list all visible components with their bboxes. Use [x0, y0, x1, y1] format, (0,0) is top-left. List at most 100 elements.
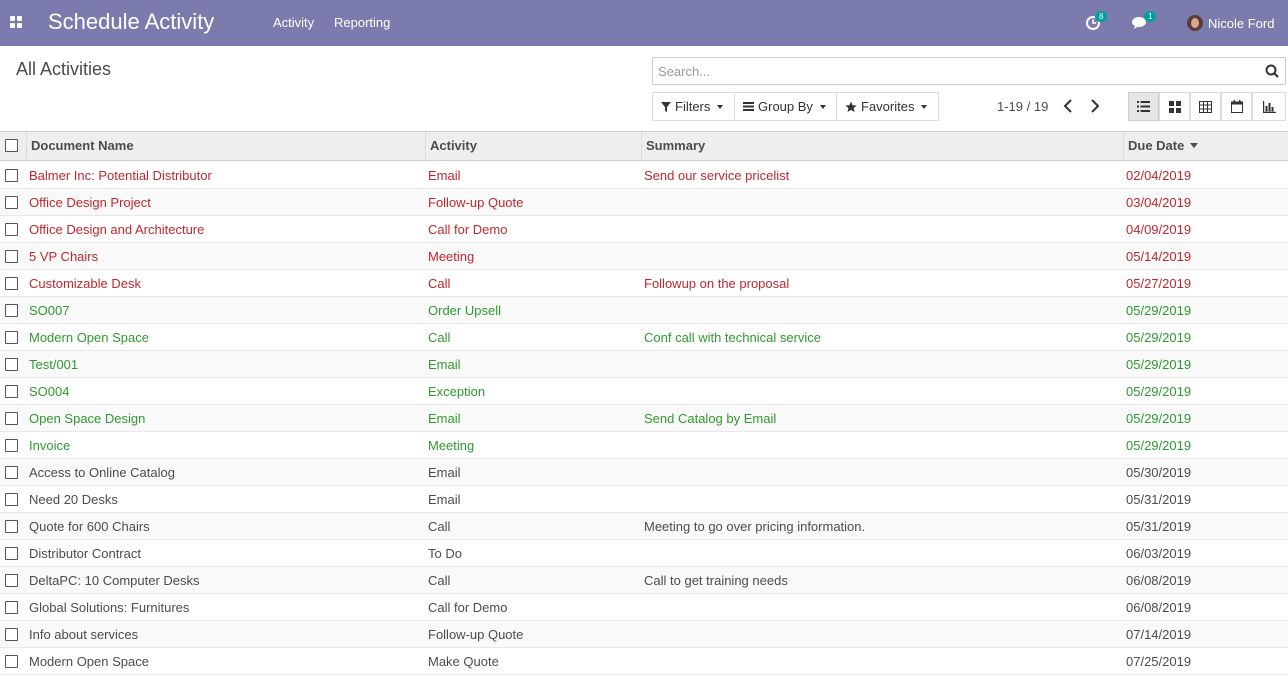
row-checkbox[interactable]	[5, 574, 18, 587]
table-row[interactable]: Customizable Desk Call Followup on the pro…	[0, 270, 1288, 297]
list-icon	[1137, 101, 1150, 112]
table-row[interactable]: Modern Open Space Call Conf call with tech…	[0, 324, 1288, 351]
document-name-cell: 5 VP Chairs	[29, 249, 99, 264]
table-row[interactable]: Test/001 Email 05/29/2019	[0, 351, 1288, 378]
activity-type-cell: Call for Demo	[428, 222, 508, 237]
row-checkbox[interactable]	[5, 466, 18, 479]
due-date-cell: 05/30/2019	[1126, 465, 1192, 480]
table-row[interactable]: Need 20 Desks Email 05/31/2019	[0, 486, 1288, 513]
table-row[interactable]: SO007 Order Upsell 05/29/2019	[0, 297, 1288, 324]
document-name-cell: Modern Open Space	[29, 330, 149, 345]
document-name-cell: Office Design Project	[29, 195, 151, 210]
clock-icon: 8	[1086, 11, 1108, 30]
row-checkbox[interactable]	[5, 601, 18, 614]
pager-value[interactable]: 1-19 / 19	[997, 99, 1048, 114]
table-row[interactable]: Office Design and Architecture Call for D…	[0, 216, 1288, 243]
table-row[interactable]: Balmer Inc: Potential Distributor Email Se…	[0, 162, 1288, 189]
table-row[interactable]: Info about services Follow-up Quote 07/14/…	[0, 621, 1288, 648]
table-row[interactable]: SO004 Exception 05/29/2019	[0, 378, 1288, 405]
calendar-view-button[interactable]	[1221, 92, 1252, 121]
chevron-right-icon[interactable]	[1087, 97, 1103, 115]
due-date-cell: 05/29/2019	[1126, 384, 1192, 399]
activity-count-badge: 8	[1095, 11, 1108, 22]
apps-menu-icon[interactable]	[10, 16, 23, 29]
due-date-cell: 05/29/2019	[1126, 303, 1192, 318]
document-name-cell: Global Solutions: Furnitures	[29, 600, 190, 615]
summary-cell: Send our service pricelist	[644, 168, 790, 183]
user-menu[interactable]: Nicole Ford	[1187, 0, 1274, 46]
menu-activity[interactable]: Activity	[273, 15, 314, 30]
filters-button[interactable]: Filters	[652, 92, 735, 121]
column-document-name[interactable]: Document Name	[26, 132, 425, 160]
table-row[interactable]: Access to Online Catalog Email 05/30/2019	[0, 459, 1288, 486]
messaging-systray[interactable]: 1	[1132, 0, 1157, 46]
favorites-button[interactable]: Favorites	[836, 92, 939, 121]
table-row[interactable]: Invoice Meeting 05/29/2019	[0, 432, 1288, 459]
column-summary[interactable]: Summary	[641, 132, 1123, 160]
activity-type-cell: Follow-up Quote	[428, 627, 524, 642]
due-date-cell: 06/08/2019	[1126, 600, 1192, 615]
activity-type-cell: Email	[428, 492, 461, 507]
caret-down-icon	[819, 104, 826, 109]
table-row[interactable]: Distributor Contract To Do 06/03/2019	[0, 540, 1288, 567]
table-icon	[1199, 100, 1212, 113]
row-checkbox[interactable]	[5, 223, 18, 236]
top-navbar: Schedule Activity Activity Reporting 8 1…	[0, 0, 1288, 46]
table-row[interactable]: Open Space Design Email Send Catalog by Em…	[0, 405, 1288, 432]
menu-reporting[interactable]: Reporting	[334, 15, 390, 30]
due-date-cell: 05/27/2019	[1126, 276, 1192, 291]
sort-desc-icon	[1190, 143, 1199, 148]
list-view-button[interactable]	[1128, 92, 1159, 121]
pivot-view-button[interactable]	[1190, 92, 1221, 121]
row-checkbox[interactable]	[5, 628, 18, 641]
bars-icon	[743, 102, 754, 111]
row-checkbox[interactable]	[5, 547, 18, 560]
table-row[interactable]: DeltaPC: 10 Computer Desks Call Call to ge…	[0, 567, 1288, 594]
search-icon[interactable]	[1265, 64, 1279, 78]
table-row[interactable]: Quote for 600 Chairs Call Meeting to go ov…	[0, 513, 1288, 540]
table-row[interactable]: 5 VP Chairs Meeting 05/14/2019	[0, 243, 1288, 270]
row-checkbox[interactable]	[5, 412, 18, 425]
activity-systray[interactable]: 8	[1086, 0, 1108, 46]
document-name-cell: Office Design and Architecture	[29, 222, 205, 237]
filters-label: Filters	[675, 99, 711, 114]
row-checkbox[interactable]	[5, 196, 18, 209]
row-checkbox[interactable]	[5, 169, 18, 182]
row-checkbox[interactable]	[5, 331, 18, 344]
activity-type-cell: Make Quote	[428, 654, 499, 669]
summary-cell: Call to get training needs	[644, 573, 788, 588]
table-row[interactable]: Global Solutions: Furnitures Call for Dem…	[0, 594, 1288, 621]
row-checkbox[interactable]	[5, 655, 18, 668]
column-due-date[interactable]: Due Date	[1123, 132, 1288, 160]
select-all-checkbox[interactable]	[5, 139, 18, 152]
app-title: Schedule Activity	[48, 9, 215, 34]
activity-type-cell: Exception	[428, 384, 486, 399]
due-date-cell: 06/08/2019	[1126, 573, 1192, 588]
row-checkbox[interactable]	[5, 358, 18, 371]
activity-type-cell: Email	[428, 357, 461, 372]
row-checkbox[interactable]	[5, 520, 18, 533]
row-checkbox[interactable]	[5, 493, 18, 506]
table-row[interactable]: Modern Open Space Make Quote 07/25/2019	[0, 648, 1288, 675]
graph-view-button[interactable]	[1252, 92, 1286, 121]
search-input[interactable]	[653, 58, 1253, 84]
table-row[interactable]: Office Design Project Follow-up Quote 03/0…	[0, 189, 1288, 216]
row-checkbox[interactable]	[5, 385, 18, 398]
row-checkbox[interactable]	[5, 277, 18, 290]
bar-chart-icon	[1262, 100, 1276, 113]
activity-type-cell: To Do	[428, 546, 462, 561]
row-checkbox[interactable]	[5, 304, 18, 317]
column-activity[interactable]: Activity	[425, 132, 641, 160]
row-checkbox[interactable]	[5, 439, 18, 452]
document-name-cell: SO007	[29, 303, 70, 318]
row-checkbox[interactable]	[5, 250, 18, 263]
activity-type-cell: Call	[428, 573, 451, 588]
chevron-left-icon[interactable]	[1060, 97, 1076, 115]
kanban-view-button[interactable]	[1159, 92, 1190, 121]
activity-type-cell: Email	[428, 465, 461, 480]
messages-count-badge: 1	[1144, 11, 1157, 22]
summary-cell: Send Catalog by Email	[644, 411, 777, 426]
chat-icon: 1	[1132, 11, 1157, 30]
groupby-button[interactable]: Group By	[734, 92, 837, 121]
activity-type-cell: Email	[428, 411, 461, 426]
